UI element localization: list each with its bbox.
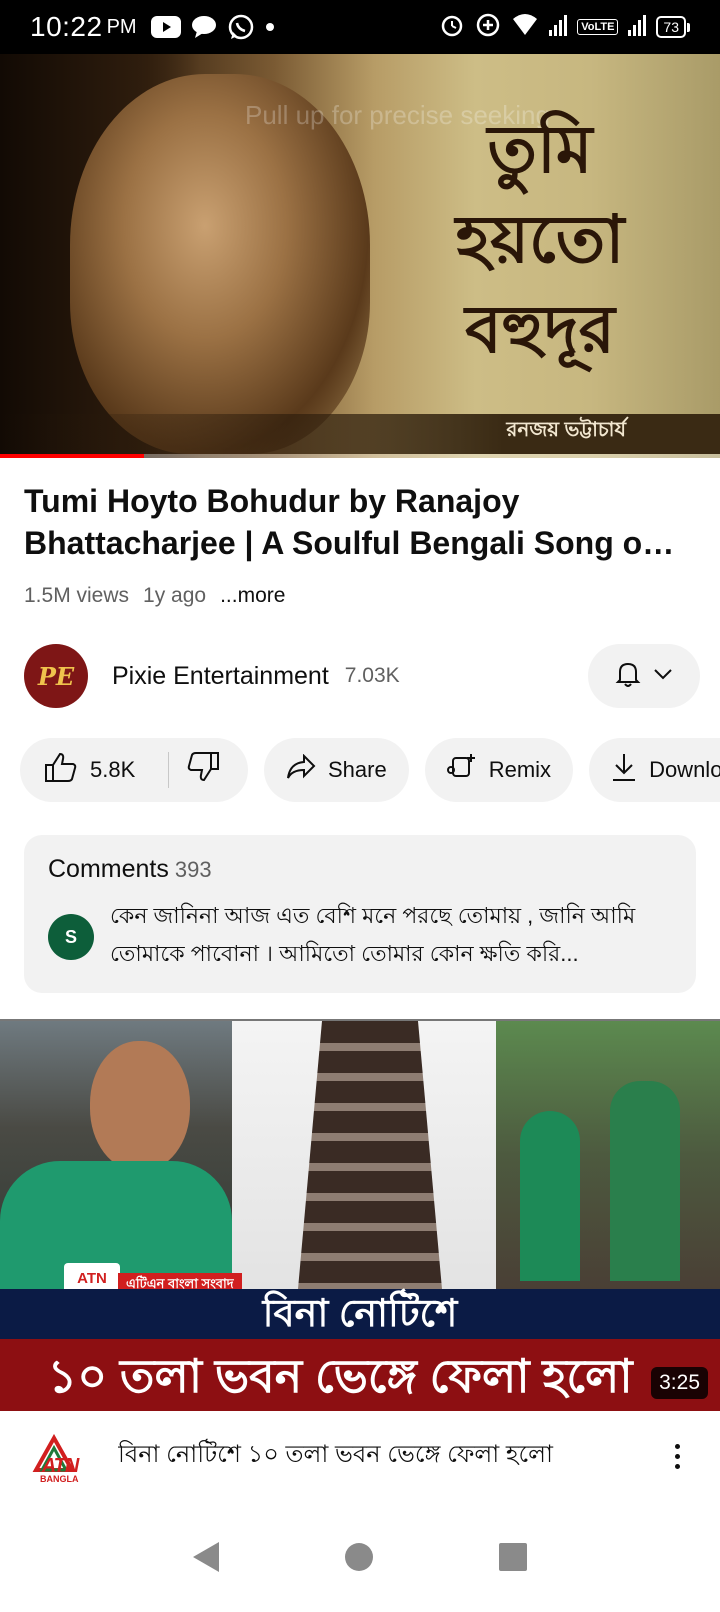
signal-icon-2 xyxy=(628,14,647,41)
share-button[interactable]: Share xyxy=(264,738,409,802)
back-button[interactable] xyxy=(193,1541,219,1572)
upload-age: 1y ago xyxy=(143,584,207,607)
dot-icon xyxy=(265,22,275,32)
player-artwork-face xyxy=(70,74,370,454)
remix-icon xyxy=(446,752,489,788)
thumbs-up-icon xyxy=(44,751,90,789)
next-video-info[interactable]: ATN BANGLA বিনা নোটিশে ১০ তলা ভবন ভেঙ্গে… xyxy=(0,1411,720,1501)
top-comment-text: কেন জানিনা আজ এত বেশি মনে পরছে তোমায় , … xyxy=(110,903,636,966)
bell-icon xyxy=(615,660,641,693)
thumb-headline-top: বিনা নোটিশে xyxy=(0,1289,720,1339)
youtube-icon xyxy=(150,16,181,38)
artwork-credit: রনজয় ভট্টাচার্য xyxy=(506,419,626,441)
channel-avatar[interactable]: PE xyxy=(24,644,88,708)
remix-label: Remix xyxy=(488,757,552,782)
wifi-icon xyxy=(511,13,539,42)
video-meta[interactable]: 1.5M views 1y ago ...more xyxy=(24,584,285,608)
thumb-person-head xyxy=(90,1041,190,1171)
thumb-crowd-figure xyxy=(520,1111,580,1281)
battery-level: 73 xyxy=(656,16,686,38)
volte-badge: VoLTE xyxy=(577,19,619,35)
download-button[interactable]: Download xyxy=(589,738,720,802)
view-count: 1.5M views xyxy=(24,584,130,607)
share-icon xyxy=(286,753,328,786)
home-button[interactable] xyxy=(345,1542,373,1571)
comment-author-avatar: S xyxy=(48,914,94,960)
share-label: Share xyxy=(328,757,387,782)
more-options-icon[interactable] xyxy=(675,1443,680,1469)
signal-icon xyxy=(549,14,568,41)
thumb-headline-bottom: ১০ তলা ভবন ভেঙ্গে ফেলা হলো xyxy=(0,1339,720,1411)
duration-badge: 3:25 xyxy=(651,1367,708,1399)
next-video-title[interactable]: বিনা নোটিশে ১০ তলা ভবন ভেঙ্গে ফেলা হলো xyxy=(118,1436,638,1476)
whatsapp-icon xyxy=(227,13,255,41)
battery-icon: 73 xyxy=(656,16,690,38)
comments-label: Comments xyxy=(48,855,169,883)
messages-icon xyxy=(191,15,217,39)
status-time: 10:22 xyxy=(30,11,103,42)
recents-button[interactable] xyxy=(499,1542,527,1571)
comments-count: 393 xyxy=(174,857,212,882)
artwork-title-text: তুমি হয়তো বহুদূর xyxy=(440,104,640,374)
chevron-down-icon xyxy=(653,667,673,685)
status-ampm: PM xyxy=(106,15,137,38)
artwork-title-line-3: বহুদূর xyxy=(465,290,615,368)
comments-header: Comments 393 xyxy=(48,855,212,884)
alarm-icon xyxy=(439,12,465,43)
more-link[interactable]: ...more xyxy=(220,584,285,608)
video-player[interactable]: Pull up for precise seeking তুমি হয়তো ব… xyxy=(0,54,720,458)
download-label: Download xyxy=(649,757,720,782)
remix-button[interactable]: Remix xyxy=(424,738,574,802)
data-saver-icon xyxy=(475,12,501,43)
artwork-title-line-1: তুমি xyxy=(487,110,593,188)
channel-row: PE Pixie Entertainment 7.03K xyxy=(24,644,700,708)
status-right: VoLTE 73 xyxy=(439,12,690,43)
next-channel-logo-sub: BANGLA xyxy=(40,1474,79,1484)
video-title[interactable]: Tumi Hoyto Bohudur by Ranajoy Bhattachar… xyxy=(24,480,700,564)
status-bar: 10:22 PM VoLTE 73 xyxy=(0,0,720,54)
system-nav-bar xyxy=(0,1501,720,1612)
thumbs-down-icon xyxy=(186,751,232,789)
download-icon xyxy=(611,752,649,788)
like-count: 5.8K xyxy=(90,757,136,782)
subscriber-count: 7.03K xyxy=(344,664,400,687)
artwork-title-line-2: হয়তো xyxy=(455,200,625,278)
comments-panel[interactable]: Comments 393 S কেন জানিনা আজ এত বেশি মনে … xyxy=(24,835,696,993)
like-dislike-group: 5.8K xyxy=(20,738,248,802)
channel-name[interactable]: Pixie Entertainment xyxy=(112,662,329,691)
next-channel-avatar[interactable]: ATN BANGLA xyxy=(30,1434,90,1484)
dislike-button[interactable] xyxy=(169,738,248,802)
notification-bell-button[interactable] xyxy=(588,644,700,708)
thumb-crowd-figure xyxy=(610,1081,680,1281)
action-bar: 5.8K Share Remix Download xyxy=(20,738,720,802)
like-button[interactable]: 5.8K xyxy=(20,738,168,802)
next-video-thumbnail[interactable]: ATN এটিএন বাংলা সংবাদ বিনা নোটিশে ১০ তলা… xyxy=(0,1019,720,1411)
